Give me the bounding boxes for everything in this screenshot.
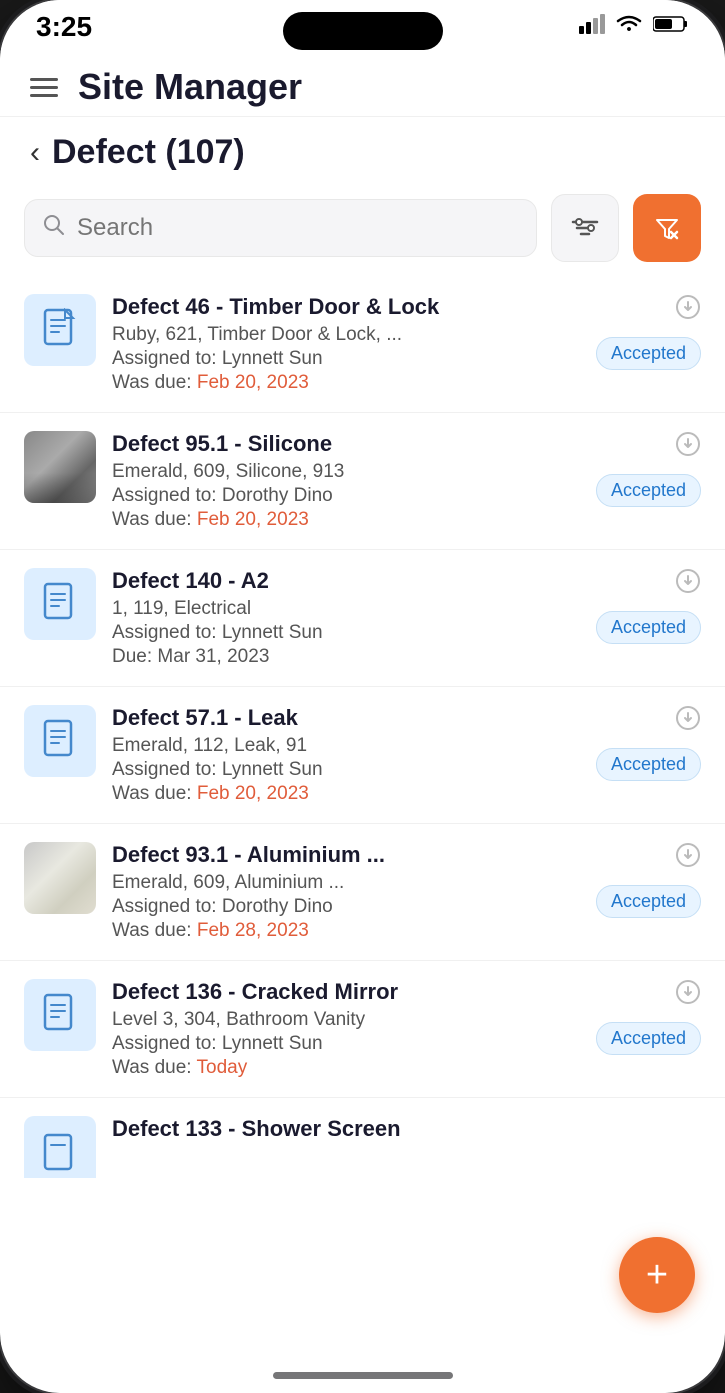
search-icon xyxy=(43,214,65,242)
list-item[interactable]: Defect 140 - A2 1, 119, Electrical Assig… xyxy=(0,550,725,687)
defect-assigned: Assigned to: Lynnett Sun xyxy=(112,348,580,370)
signal-icon xyxy=(579,14,605,40)
download-icon[interactable] xyxy=(675,705,701,738)
defect-actions: Accepted xyxy=(596,979,701,1055)
defect-thumbnail xyxy=(24,431,96,503)
list-item[interactable]: Defect 95.1 - Silicone Emerald, 609, Sil… xyxy=(0,413,725,550)
download-icon[interactable] xyxy=(675,979,701,1012)
defect-list: Defect 46 - Timber Door & Lock Ruby, 621… xyxy=(0,276,725,1278)
download-icon[interactable] xyxy=(675,568,701,601)
defect-subtitle: Level 3, 304, Bathroom Vanity xyxy=(112,1009,580,1031)
document-icon xyxy=(43,308,77,353)
search-container xyxy=(0,184,725,276)
defect-subtitle: Emerald, 609, Silicone, 913 xyxy=(112,461,580,483)
list-item[interactable]: Defect 136 - Cracked Mirror Level 3, 304… xyxy=(0,961,725,1098)
status-badge: Accepted xyxy=(596,1022,701,1055)
hamburger-menu-icon[interactable] xyxy=(30,78,58,97)
defect-actions: Accepted xyxy=(596,842,701,918)
defect-actions: Accepted xyxy=(596,568,701,644)
list-item[interactable]: Defect 46 - Timber Door & Lock Ruby, 621… xyxy=(0,276,725,413)
page-title: Defect (107) xyxy=(52,133,245,172)
defect-title: Defect 46 - Timber Door & Lock xyxy=(112,294,580,320)
defect-title: Defect 95.1 - Silicone xyxy=(112,431,580,457)
defect-due: Due: Mar 31, 2023 xyxy=(112,646,580,668)
defect-assigned: Assigned to: Lynnett Sun xyxy=(112,759,580,781)
document-icon xyxy=(43,993,77,1038)
defect-subtitle: Emerald, 609, Aluminium ... xyxy=(112,872,580,894)
status-badge: Accepted xyxy=(596,748,701,781)
defect-content: Defect 57.1 - Leak Emerald, 112, Leak, 9… xyxy=(112,705,580,805)
defect-subtitle: Ruby, 621, Timber Door & Lock, ... xyxy=(112,324,580,346)
defect-thumbnail xyxy=(24,294,96,366)
defect-title: Defect 57.1 - Leak xyxy=(112,705,580,731)
status-badge: Accepted xyxy=(596,611,701,644)
defect-thumbnail xyxy=(24,1116,96,1178)
document-icon xyxy=(43,719,77,764)
add-defect-button[interactable]: + xyxy=(619,1237,695,1313)
status-bar: 3:25 xyxy=(0,0,725,54)
defect-actions: Accepted xyxy=(596,431,701,507)
defect-due: Was due: Feb 28, 2023 xyxy=(112,920,580,942)
status-time: 3:25 xyxy=(36,11,92,43)
home-indicator xyxy=(273,1372,453,1379)
defect-content: Defect 133 - Shower Screen xyxy=(112,1116,701,1146)
defect-due: Was due: Feb 20, 2023 xyxy=(112,783,580,805)
status-icons xyxy=(579,13,689,41)
defect-thumbnail xyxy=(24,842,96,914)
status-badge: Accepted xyxy=(596,337,701,370)
defect-thumbnail xyxy=(24,568,96,640)
defect-actions: Accepted xyxy=(596,294,701,370)
defect-thumbnail xyxy=(24,979,96,1051)
list-item[interactable]: Defect 93.1 - Aluminium ... Emerald, 609… xyxy=(0,824,725,961)
defect-assigned: Assigned to: Lynnett Sun xyxy=(112,1033,580,1055)
app-title: Site Manager xyxy=(78,66,302,108)
battery-icon xyxy=(653,15,689,39)
defect-subtitle: Emerald, 112, Leak, 91 xyxy=(112,735,580,757)
back-button[interactable]: ‹ xyxy=(30,136,40,170)
plus-icon: + xyxy=(646,1256,668,1294)
document-icon xyxy=(43,582,77,627)
app-header: Site Manager xyxy=(0,54,725,117)
download-icon[interactable] xyxy=(675,294,701,327)
wifi-icon xyxy=(615,13,643,41)
defect-content: Defect 46 - Timber Door & Lock Ruby, 621… xyxy=(112,294,580,394)
defect-thumbnail xyxy=(24,705,96,777)
list-item[interactable]: Defect 133 - Shower Screen xyxy=(0,1098,725,1178)
filter-button[interactable] xyxy=(551,194,619,262)
defect-title: Defect 93.1 - Aluminium ... xyxy=(112,842,580,868)
list-item[interactable]: Defect 57.1 - Leak Emerald, 112, Leak, 9… xyxy=(0,687,725,824)
status-badge: Accepted xyxy=(596,474,701,507)
filter-active-button[interactable] xyxy=(633,194,701,262)
defect-title: Defect 136 - Cracked Mirror xyxy=(112,979,580,1005)
defect-assigned: Assigned to: Lynnett Sun xyxy=(112,622,580,644)
defect-assigned: Assigned to: Dorothy Dino xyxy=(112,485,580,507)
defect-due: Was due: Today xyxy=(112,1057,580,1079)
defect-title: Defect 140 - A2 xyxy=(112,568,580,594)
defect-due: Was due: Feb 20, 2023 xyxy=(112,509,580,531)
defect-assigned: Assigned to: Dorothy Dino xyxy=(112,896,580,918)
defect-title: Defect 133 - Shower Screen xyxy=(112,1116,701,1142)
defect-due: Was due: Feb 20, 2023 xyxy=(112,372,580,394)
defect-subtitle: 1, 119, Electrical xyxy=(112,598,580,620)
download-icon[interactable] xyxy=(675,431,701,464)
defect-content: Defect 136 - Cracked Mirror Level 3, 304… xyxy=(112,979,580,1079)
search-bar[interactable] xyxy=(24,199,537,257)
dynamic-island xyxy=(283,12,443,50)
defect-content: Defect 140 - A2 1, 119, Electrical Assig… xyxy=(112,568,580,668)
page-header: ‹ Defect (107) xyxy=(0,117,725,184)
defect-content: Defect 95.1 - Silicone Emerald, 609, Sil… xyxy=(112,431,580,531)
search-input[interactable] xyxy=(77,214,518,242)
status-badge: Accepted xyxy=(596,885,701,918)
download-icon[interactable] xyxy=(675,842,701,875)
defect-actions: Accepted xyxy=(596,705,701,781)
defect-content: Defect 93.1 - Aluminium ... Emerald, 609… xyxy=(112,842,580,942)
